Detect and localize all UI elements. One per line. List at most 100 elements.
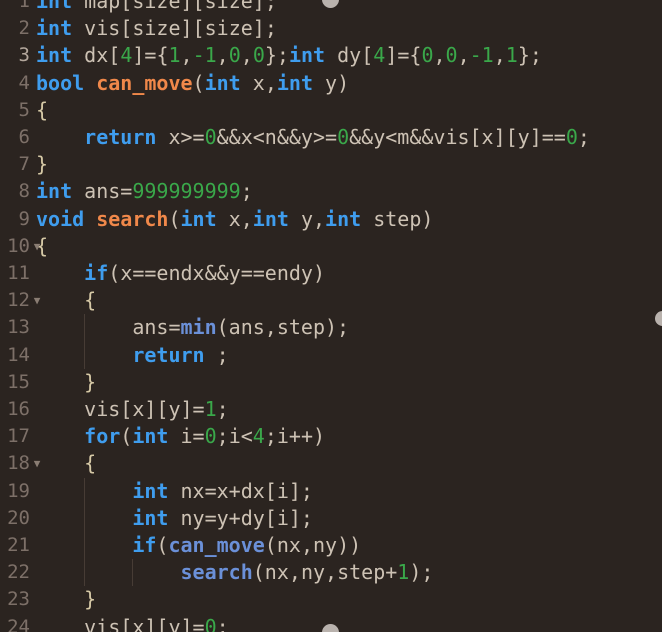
code-line[interactable]: 8 int ans=999999999;	[0, 178, 662, 205]
token-op	[84, 207, 96, 231]
token-id: step	[373, 206, 422, 231]
code-text: }	[36, 586, 96, 613]
token-num: 1	[397, 560, 410, 585]
line-number: 1	[18, 0, 30, 12]
code-line[interactable]: 3 int dx[4]={1,-1,0,0};int dy[4]={0,0,-1,…	[0, 42, 662, 69]
code-line[interactable]: 23 }	[0, 586, 662, 613]
token-kw: return	[84, 125, 157, 149]
token-op: ;	[577, 125, 590, 149]
token-op: (	[264, 533, 277, 557]
code-line[interactable]: 6 return x>=0&&x<n&&y>=0&&y<m&&vis[x][y]…	[0, 124, 662, 151]
code-text: if(can_move(nx,ny))	[36, 532, 361, 559]
token-id: &&y<m&&vis[x][y]==	[349, 125, 566, 149]
token-id: x>=	[168, 125, 205, 149]
token-id: size	[132, 16, 181, 41]
token-id: ;i++	[264, 424, 313, 449]
token-kw: for	[84, 424, 121, 449]
code-line[interactable]: 21 if(can_move(nx,ny))	[0, 532, 662, 559]
token-op	[72, 16, 84, 40]
token-num: 0	[445, 43, 458, 68]
token-op	[36, 479, 132, 503]
token-id: ny	[312, 533, 338, 557]
token-op: ][	[180, 0, 205, 13]
token-num: 0	[421, 43, 434, 68]
token-id: dx	[84, 43, 109, 68]
code-line[interactable]: 2 int vis[size][size];	[0, 15, 662, 42]
fold-collapse-icon[interactable]: ▼	[31, 287, 43, 314]
line-number: 4	[18, 71, 30, 94]
line-number: 2	[18, 17, 30, 40]
code-text: {	[36, 97, 48, 124]
code-line[interactable]: 7}	[0, 151, 662, 178]
token-fncall: can_move	[168, 533, 265, 557]
token-op: };	[264, 43, 289, 68]
code-text: }	[36, 369, 96, 396]
token-kw: bool	[36, 70, 85, 95]
token-fncall: min	[180, 315, 217, 340]
code-line[interactable]: 13 ans=min(ans,step);	[0, 314, 662, 341]
token-id: dy	[337, 43, 362, 68]
token-op: ,	[264, 70, 277, 95]
token-op: ,	[240, 43, 253, 68]
token-kw: void	[36, 206, 85, 231]
line-number: 7	[18, 153, 30, 176]
token-op: (	[216, 315, 229, 340]
token-op: [	[108, 43, 121, 68]
token-op: ,	[457, 43, 470, 68]
code-line[interactable]: 10 ▼{	[0, 233, 662, 260]
token-op	[289, 207, 301, 231]
code-line[interactable]: 15 }	[0, 369, 662, 396]
token-kw: int	[36, 16, 73, 41]
token-op	[36, 370, 84, 394]
token-num: -1	[469, 43, 494, 68]
token-id: ny=y+dy[i];	[180, 505, 313, 530]
fold-collapse-icon[interactable]: ▼	[31, 450, 43, 477]
code-line[interactable]: 18 ▼ {	[0, 450, 662, 477]
token-id: ans	[228, 315, 265, 340]
token-brc: {	[36, 97, 49, 122]
token-id: i=	[180, 424, 205, 449]
token-kw: int	[36, 179, 73, 204]
fold-collapse-icon[interactable]: ▼	[31, 233, 43, 260]
token-op: ]={	[385, 43, 422, 68]
code-line[interactable]: 5{	[0, 97, 662, 124]
line-number: 21	[7, 534, 30, 556]
token-op: )	[312, 261, 326, 285]
token-id: step+	[337, 560, 398, 585]
code-text: return x>=0&&x<n&&y>=0&&y<m&&vis[x][y]==…	[36, 124, 590, 151]
token-kw: return	[132, 342, 205, 367]
token-op: (	[252, 560, 265, 585]
token-op	[36, 315, 132, 339]
token-op: ,	[300, 533, 313, 557]
token-op: )	[337, 70, 350, 95]
token-id: ny	[300, 560, 326, 585]
code-line[interactable]: 17 for(int i=0;i<4;i++)	[0, 423, 662, 450]
code-text: {	[36, 450, 96, 477]
code-line[interactable]: 20 int ny=y+dy[i];	[0, 505, 662, 532]
token-num: 0	[204, 125, 217, 149]
code-text: }	[36, 151, 48, 178]
code-editor[interactable]: 1 int map[size][size]; 2 int vis[size][size…	[0, 0, 662, 632]
code-content[interactable]: 1 int map[size][size]; 2 int vis[size][size…	[0, 0, 662, 632]
code-text: search(nx,ny,step+1);	[36, 559, 434, 586]
code-line[interactable]: 22 search(nx,ny,step+1);	[0, 559, 662, 586]
token-op: ];	[252, 16, 277, 41]
token-op: ))	[337, 533, 362, 557]
token-op: (	[168, 206, 181, 231]
line-number: 10	[7, 234, 30, 257]
line-number: 6	[18, 126, 30, 148]
token-op: ,	[493, 43, 506, 68]
code-line[interactable]: 14 return ;	[0, 342, 662, 369]
token-op	[241, 71, 253, 95]
code-line[interactable]: 9 void search(int x,int y,int step)	[0, 206, 662, 233]
token-op: ];	[252, 0, 277, 13]
code-line[interactable]: 19 int nx=x+dx[i];	[0, 478, 662, 505]
token-op	[217, 207, 229, 231]
code-line[interactable]: 16 vis[x][y]=1;	[0, 396, 662, 423]
code-line[interactable]: 12 ▼ {	[0, 287, 662, 314]
token-id: ans=	[132, 315, 181, 340]
line-number: 18	[7, 452, 30, 475]
token-op: );	[325, 315, 350, 340]
code-line[interactable]: 11 if(x==endx&&y==endy)	[0, 260, 662, 287]
code-line[interactable]: 4 bool can_move(int x,int y)	[0, 70, 662, 97]
